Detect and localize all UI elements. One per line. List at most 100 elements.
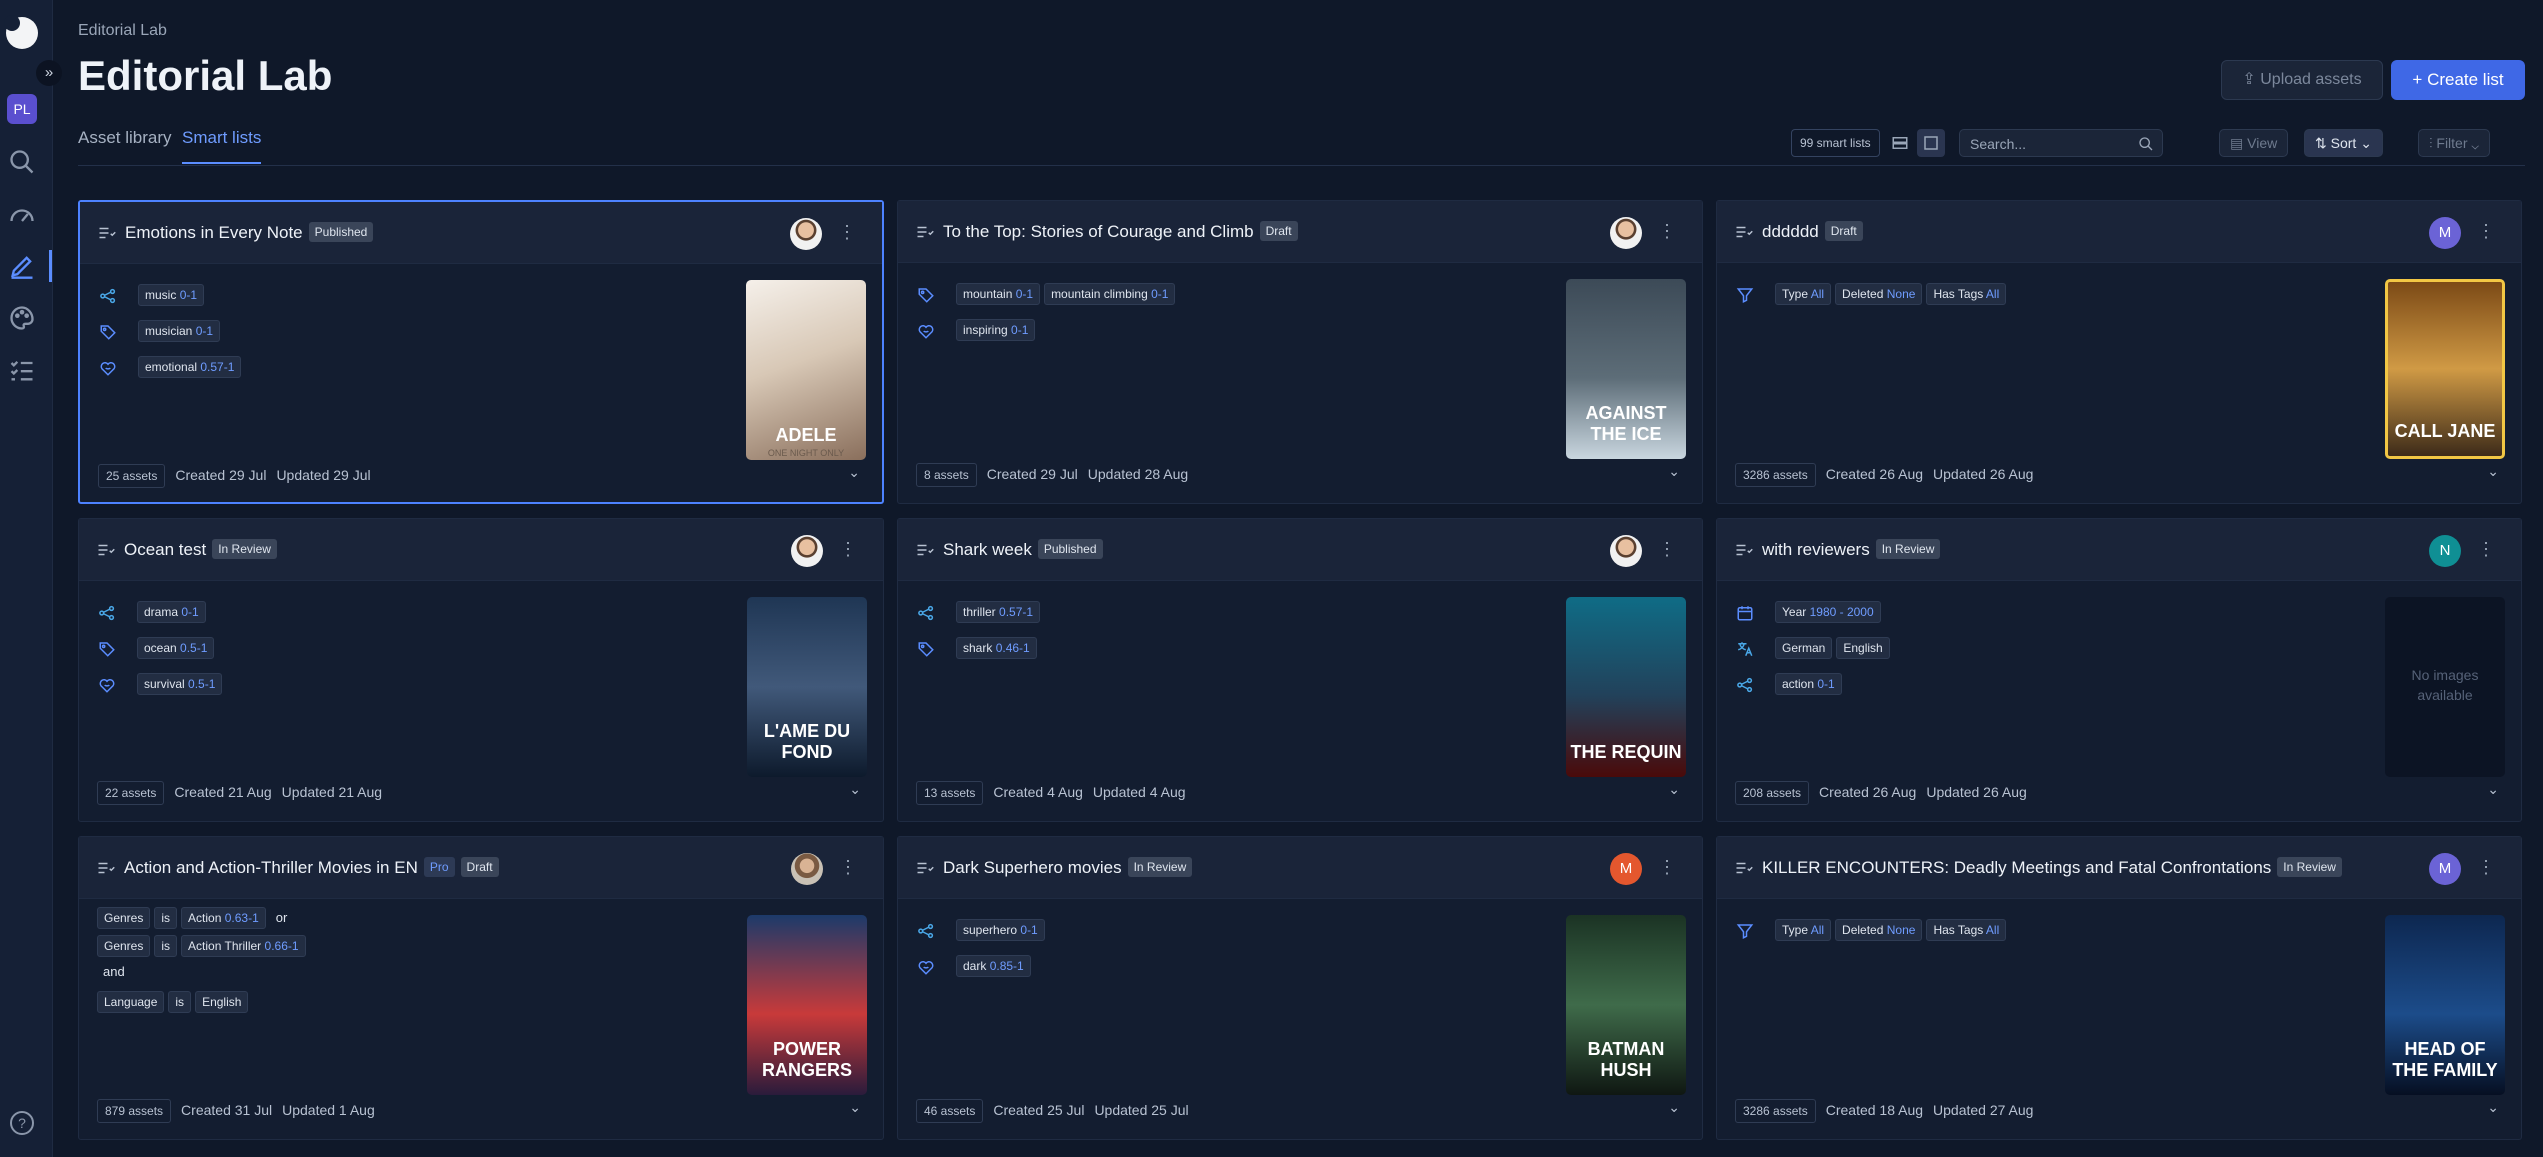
rule-chip[interactable]: Action 0.63-1 — [181, 907, 266, 929]
search-icon[interactable] — [8, 148, 36, 176]
chevron-down-icon[interactable]: ⌄ — [2487, 463, 2499, 480]
tab-smart-lists[interactable]: Smart lists — [182, 128, 262, 164]
breadcrumb[interactable]: Editorial Lab — [78, 22, 167, 40]
filter-chip[interactable]: Year 1980 - 2000 — [1775, 601, 1881, 623]
filter-chip[interactable]: shark 0.46-1 — [956, 637, 1037, 659]
filter-chip[interactable]: thriller 0.57-1 — [956, 601, 1041, 623]
filter-chip[interactable]: action 0-1 — [1775, 673, 1842, 695]
card-title[interactable]: Dark Superhero movies — [943, 858, 1122, 877]
filter-chip[interactable]: Deleted None — [1835, 283, 1923, 305]
poster-image[interactable]: THE REQUIN — [1566, 597, 1686, 777]
edit-icon[interactable] — [8, 252, 36, 280]
rule-chip[interactable]: Genres — [97, 935, 151, 957]
smart-list-card[interactable]: Dark Superhero movies In Review M ⋮ superher… — [897, 836, 1703, 1140]
smart-list-card[interactable]: KILLER ENCOUNTERS: Deadly Meetings and F… — [1716, 836, 2522, 1140]
expand-sidebar-button[interactable]: » — [36, 60, 62, 86]
poster-image[interactable]: HEAD OF THE FAMILY — [2385, 915, 2505, 1095]
checklist-icon[interactable] — [8, 356, 36, 384]
chevron-down-icon[interactable]: ⌄ — [848, 464, 860, 481]
card-title[interactable]: Action and Action-Thriller Movies in EN — [124, 858, 418, 877]
filter-chip[interactable]: dark 0.85-1 — [956, 955, 1031, 977]
rule-chip[interactable]: Action Thriller 0.66-1 — [181, 935, 306, 957]
owner-avatar[interactable]: M — [1610, 853, 1642, 885]
filter-chip[interactable]: drama 0-1 — [137, 601, 206, 623]
more-options-icon[interactable]: ⋮ — [2477, 221, 2495, 242]
owner-avatar[interactable] — [1610, 217, 1642, 249]
rule-chip[interactable]: is — [154, 907, 178, 929]
more-options-icon[interactable]: ⋮ — [838, 222, 856, 243]
smart-list-card[interactable]: with reviewers In Review N ⋮ Year 1980 - 200… — [1716, 518, 2522, 822]
filter-chip[interactable]: Has Tags All — [1926, 919, 2007, 941]
more-options-icon[interactable]: ⋮ — [2477, 857, 2495, 878]
card-title[interactable]: Emotions in Every Note — [125, 223, 303, 242]
card-title-row[interactable]: Dark Superhero movies In Review — [943, 857, 1193, 878]
dashboard-icon[interactable] — [8, 200, 36, 228]
card-title-row[interactable]: dddddd Draft — [1762, 221, 1863, 242]
workspace-avatar[interactable]: PL — [7, 94, 37, 124]
chevron-down-icon[interactable]: ⌄ — [1668, 781, 1680, 798]
owner-avatar[interactable]: M — [2429, 217, 2461, 249]
search-input[interactable] — [1970, 134, 2130, 154]
rule-chip[interactable]: English — [195, 991, 249, 1013]
rule-chip[interactable]: Language — [97, 991, 165, 1013]
smart-list-card[interactable]: Emotions in Every Note Published ⋮ music 0-… — [78, 200, 884, 504]
more-options-icon[interactable]: ⋮ — [1658, 221, 1676, 242]
smart-list-card[interactable]: Shark week Published ⋮ thriller 0.57-1 shark… — [897, 518, 1703, 822]
sort-button[interactable]: ⇅ Sort ⌄ — [2304, 129, 2383, 157]
card-title[interactable]: Ocean test — [124, 540, 206, 559]
filter-chip[interactable]: musician 0-1 — [138, 320, 221, 342]
filter-chip[interactable]: superhero 0-1 — [956, 919, 1045, 941]
filter-chip[interactable]: ocean 0.5-1 — [137, 637, 215, 659]
help-icon[interactable]: ? — [10, 1111, 34, 1135]
tab-asset-library[interactable]: Asset library — [78, 128, 172, 164]
card-title[interactable]: Shark week — [943, 540, 1032, 559]
poster-image[interactable]: CALL JANE — [2385, 279, 2505, 459]
card-title-row[interactable]: Action and Action-Thriller Movies in EN P… — [124, 857, 499, 878]
card-view-icon[interactable] — [1917, 129, 1945, 157]
chevron-down-icon[interactable]: ⌄ — [2487, 1099, 2499, 1116]
filter-chip[interactable]: Type All — [1775, 283, 1832, 305]
rule-chip[interactable]: Genres — [97, 907, 151, 929]
smart-list-card[interactable]: Action and Action-Thriller Movies in EN P… — [78, 836, 884, 1140]
chevron-down-icon[interactable]: ⌄ — [849, 781, 861, 798]
chevron-down-icon[interactable]: ⌄ — [2487, 781, 2499, 798]
create-list-button[interactable]: + Create list — [2391, 60, 2525, 100]
owner-avatar[interactable] — [790, 218, 822, 250]
card-title-row[interactable]: with reviewers In Review — [1762, 539, 1941, 560]
card-title-row[interactable]: Ocean test In Review — [124, 539, 277, 560]
list-view-icon[interactable] — [1886, 129, 1914, 157]
palette-icon[interactable] — [8, 304, 36, 332]
filter-chip[interactable]: survival 0.5-1 — [137, 673, 223, 695]
search-icon[interactable] — [2138, 136, 2154, 152]
rule-chip[interactable]: is — [154, 935, 178, 957]
card-title[interactable]: with reviewers — [1762, 540, 1870, 559]
more-options-icon[interactable]: ⋮ — [1658, 857, 1676, 878]
card-title[interactable]: dddddd — [1762, 222, 1819, 241]
app-logo[interactable] — [4, 15, 38, 49]
poster-image[interactable]: BATMAN HUSH — [1566, 915, 1686, 1095]
card-title-row[interactable]: Shark week Published — [943, 539, 1103, 560]
filter-chip[interactable]: Type All — [1775, 919, 1832, 941]
more-options-icon[interactable]: ⋮ — [839, 539, 857, 560]
owner-avatar[interactable]: N — [2429, 535, 2461, 567]
search-box[interactable] — [1959, 129, 2163, 157]
poster-image[interactable]: POWER RANGERS — [747, 915, 867, 1095]
chevron-down-icon[interactable]: ⌄ — [1668, 1099, 1680, 1116]
view-button[interactable]: ▤ View — [2219, 129, 2289, 157]
smart-list-card[interactable]: dddddd Draft M ⋮ Type All Deleted None Has Tag… — [1716, 200, 2522, 504]
filter-chip[interactable]: music 0-1 — [138, 284, 205, 306]
more-options-icon[interactable]: ⋮ — [1658, 539, 1676, 560]
chevron-down-icon[interactable]: ⌄ — [1668, 463, 1680, 480]
card-title[interactable]: KILLER ENCOUNTERS: Deadly Meetings and F… — [1762, 858, 2271, 877]
rule-chip[interactable]: is — [168, 991, 192, 1013]
filter-chip[interactable]: Deleted None — [1835, 919, 1923, 941]
smart-list-card[interactable]: Ocean test In Review ⋮ drama 0-1 ocean 0.5-1… — [78, 518, 884, 822]
owner-avatar[interactable] — [1610, 535, 1642, 567]
poster-image[interactable]: AGAINST THE ICE — [1566, 279, 1686, 459]
upload-assets-button[interactable]: ⇪ Upload assets — [2221, 60, 2383, 100]
card-title[interactable]: To the Top: Stories of Courage and Climb — [943, 222, 1254, 241]
filter-chip[interactable]: mountain climbing 0-1 — [1044, 283, 1176, 305]
filter-chip[interactable]: emotional 0.57-1 — [138, 356, 242, 378]
filter-chip[interactable]: German — [1775, 637, 1833, 659]
filter-chip[interactable]: English — [1836, 637, 1890, 659]
